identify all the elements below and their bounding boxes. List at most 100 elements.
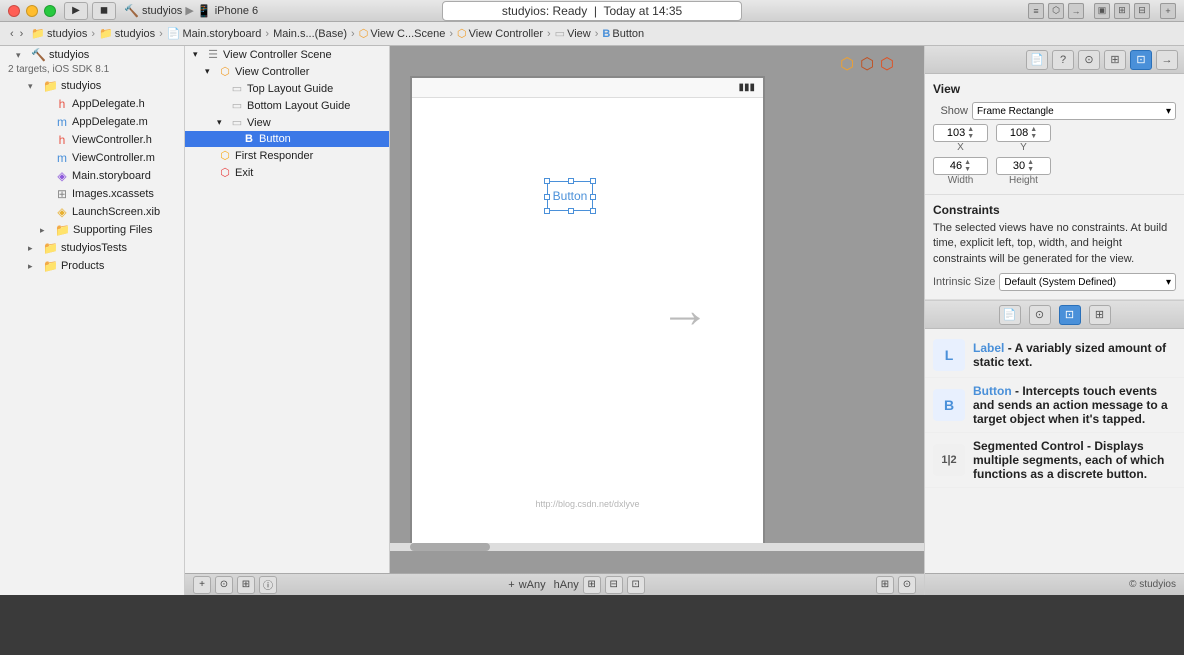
nav-appdelegate-m[interactable]: m AppDelegate.m — [0, 113, 184, 131]
x-up[interactable]: ▲ — [967, 126, 974, 133]
nav-forward[interactable]: › — [18, 28, 26, 40]
nav-tests-group[interactable]: 📁 studyiosTests — [0, 239, 184, 257]
add-constraint-btn[interactable]: + — [193, 576, 211, 594]
size-inspector-tab[interactable]: ⊡ — [1130, 50, 1152, 70]
zoom-fit-btn[interactable]: ⊞ — [876, 576, 894, 594]
x-down[interactable]: ▼ — [967, 133, 974, 140]
nav-supporting-label: Supporting Files — [73, 224, 153, 236]
scene-button[interactable]: B Button — [185, 131, 389, 147]
scene-first-responder[interactable]: ⬡ First Responder — [185, 147, 389, 164]
resize-handle-mr[interactable] — [590, 194, 596, 200]
layout-constraint-btn[interactable]: ⊟ — [605, 576, 623, 594]
resize-handle-tc[interactable] — [568, 178, 574, 184]
nav-disclosure-studyios — [28, 81, 38, 92]
storyboard-hscrollbar[interactable] — [390, 543, 924, 551]
version-editor[interactable]: ⊟ — [1134, 3, 1150, 19]
nav-panel-toggle[interactable]: ≡ — [1028, 3, 1044, 19]
y-up[interactable]: ▲ — [1030, 126, 1037, 133]
bc-viewc-scene[interactable]: View C...Scene — [370, 28, 445, 40]
lib-tab-object[interactable]: ⊙ — [1029, 305, 1051, 325]
x-input[interactable]: 103 ▲ ▼ — [933, 124, 988, 142]
scene-view[interactable]: ▾ ▭ View — [185, 114, 389, 131]
width-input[interactable]: 46 ▲ ▼ — [933, 157, 988, 175]
button-obj-icon: B — [933, 389, 965, 421]
scene-exit[interactable]: ⬡ Exit — [185, 164, 389, 181]
file-inspector-tab[interactable]: 📄 — [1026, 50, 1048, 70]
run-button[interactable]: ▶ — [64, 2, 88, 20]
nav-images-xcassets[interactable]: ⊞ Images.xcassets — [0, 185, 184, 203]
utility-toggle[interactable]: → — [1068, 3, 1084, 19]
lib-tab-file[interactable]: 📄 — [999, 305, 1021, 325]
nav-products-group[interactable]: 📁 Products — [0, 257, 184, 275]
scene-bottom-layout[interactable]: ▭ Bottom Layout Guide — [185, 97, 389, 114]
show-select[interactable]: Frame Rectangle ▾ — [972, 102, 1176, 120]
bc-view[interactable]: View — [567, 28, 591, 40]
identity-inspector-tab[interactable]: ⊙ — [1078, 50, 1100, 70]
resize-handle-br[interactable] — [590, 208, 596, 214]
w-up[interactable]: ▲ — [964, 159, 971, 166]
resize-handle-bc[interactable] — [568, 208, 574, 214]
bc-studyios-root[interactable]: studyios — [47, 28, 87, 40]
hscrollbar-thumb[interactable] — [410, 543, 490, 551]
close-button[interactable] — [8, 5, 20, 17]
w-down[interactable]: ▼ — [964, 166, 971, 173]
nav-supporting-files[interactable]: 📁 Supporting Files — [0, 221, 184, 239]
nav-appdelegate-h[interactable]: h AppDelegate.h — [0, 95, 184, 113]
bc-view-controller[interactable]: View Controller — [469, 28, 543, 40]
bc-main-storyboard[interactable]: Main.storyboard — [183, 28, 262, 40]
lib-tab-media[interactable]: ⊞ — [1089, 305, 1111, 325]
nav-viewcontroller-m[interactable]: m ViewController.m — [0, 149, 184, 167]
standard-editor[interactable]: ▣ — [1094, 3, 1110, 19]
nav-main-storyboard[interactable]: ◈ Main.storyboard — [0, 167, 184, 185]
minimize-button[interactable] — [26, 5, 38, 17]
object-button[interactable]: B Button - Intercepts touch events and s… — [925, 378, 1184, 433]
connections-inspector-tab[interactable]: → — [1156, 50, 1178, 70]
resize-handle-bl[interactable] — [544, 208, 550, 214]
zoom-actual-btn[interactable]: ⊙ — [898, 576, 916, 594]
layout-auto-btn[interactable]: ⊡ — [627, 576, 645, 594]
label-obj-text: Label - A variably sized amount of stati… — [973, 341, 1176, 369]
grid-btn[interactable]: ⊞ — [237, 576, 255, 594]
h-up[interactable]: ▲ — [1027, 159, 1034, 166]
layout-resize-btn[interactable]: ⊞ — [583, 576, 601, 594]
clock-btn[interactable]: ⊙ — [215, 576, 233, 594]
nav-tests-label: studyiosTests — [61, 242, 127, 254]
scene-view-controller-scene[interactable]: ▾ ☰ View Controller Scene — [185, 46, 389, 63]
add-object-btn[interactable]: + — [508, 579, 514, 591]
object-label[interactable]: L Label - A variably sized amount of sta… — [925, 333, 1184, 378]
resize-handle-tl[interactable] — [544, 178, 550, 184]
help-inspector-tab[interactable]: ? — [1052, 50, 1074, 70]
scene-top-layout[interactable]: ▭ Top Layout Guide — [185, 80, 389, 97]
button-container[interactable]: Button — [547, 181, 593, 211]
debug-toggle[interactable]: ⬡ — [1048, 3, 1064, 19]
storyboard-bottom-bar: + ⊙ ⊞ ⓘ + wAny hAny ⊞ ⊟ ⊡ ⊞ ⊙ — [185, 573, 924, 595]
y-input[interactable]: 108 ▲ ▼ — [996, 124, 1051, 142]
nav-launchscreen-xib[interactable]: ◈ LaunchScreen.xib — [0, 203, 184, 221]
nav-viewcontroller-h[interactable]: h ViewController.h — [0, 131, 184, 149]
height-input[interactable]: 30 ▲ ▼ — [996, 157, 1051, 175]
y-down[interactable]: ▼ — [1030, 133, 1037, 140]
assistant-editor[interactable]: ⊞ — [1114, 3, 1130, 19]
info-btn[interactable]: ⓘ — [259, 576, 277, 594]
fullscreen-button[interactable] — [44, 5, 56, 17]
stop-button[interactable]: ◼ — [92, 2, 116, 20]
bc-studyios-group[interactable]: studyios — [115, 28, 155, 40]
bc-main-base[interactable]: Main.s...(Base) — [273, 28, 347, 40]
nav-appdelegate-h-label: AppDelegate.h — [72, 98, 145, 110]
add-tab[interactable]: + — [1160, 3, 1176, 19]
button-widget[interactable]: Button — [547, 181, 593, 211]
attributes-inspector-tab[interactable]: ⊞ — [1104, 50, 1126, 70]
nav-back[interactable]: ‹ — [8, 28, 16, 40]
resize-handle-tr[interactable] — [590, 178, 596, 184]
h-down[interactable]: ▼ — [1027, 166, 1034, 173]
object-segmented[interactable]: 1|2 Segmented Control - Displays multipl… — [925, 433, 1184, 488]
scene-view-controller[interactable]: ▾ ⬡ View Controller — [185, 63, 389, 80]
intrinsic-select[interactable]: Default (System Defined) ▾ — [999, 273, 1176, 291]
lib-tab-ui[interactable]: ⊡ — [1059, 305, 1081, 325]
nav-group-studyios[interactable]: 📁 studyios — [0, 77, 184, 95]
scene-exit-icon: ⬡ — [218, 166, 232, 179]
width-value: 46 — [950, 160, 962, 172]
resize-handle-ml[interactable] — [544, 194, 550, 200]
bc-button[interactable]: Button — [612, 28, 644, 40]
nav-root-studyios[interactable]: 🔨 studyios — [0, 46, 184, 64]
